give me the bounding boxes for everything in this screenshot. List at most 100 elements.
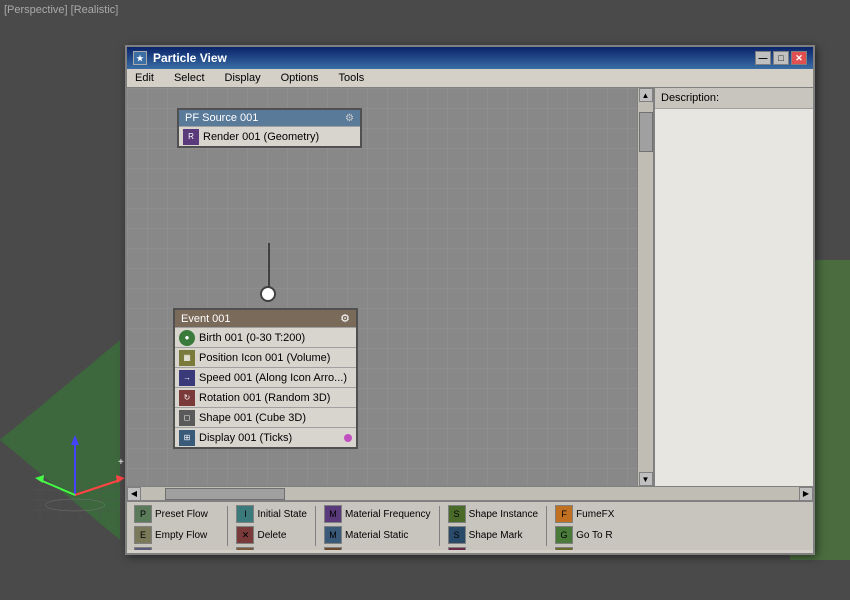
event-header: Event 001 ⚙ xyxy=(175,310,356,327)
shape-mark-icon: S xyxy=(448,526,466,544)
force-icon: F xyxy=(236,547,254,550)
placement-paint-button[interactable]: P Placement Paint xyxy=(321,546,434,550)
scroll-thumb-v[interactable] xyxy=(639,112,653,152)
shape-mark-button[interactable]: S Shape Mark xyxy=(445,525,542,545)
vertical-scrollbar[interactable]: ▲ ▼ xyxy=(637,88,653,486)
event-node[interactable]: Event 001 ⚙ ● Birth 001 (0-30 T:200) ▦ P… xyxy=(173,308,358,449)
material-frequency-button[interactable]: M Material Frequency xyxy=(321,504,434,524)
lock-button[interactable]: L Lock/Bo xyxy=(552,546,617,550)
delete-icon: ✕ xyxy=(236,526,254,544)
minimize-button[interactable]: — xyxy=(755,51,771,65)
scroll-up-arrow[interactable]: ▲ xyxy=(639,88,653,102)
material-static-button[interactable]: M Material Static xyxy=(321,525,434,545)
initial-state-button[interactable]: I Initial State xyxy=(233,504,309,524)
menu-tools[interactable]: Tools xyxy=(335,71,369,85)
position-row[interactable]: ▦ Position Icon 001 (Volume) xyxy=(175,347,356,367)
description-label: Description: xyxy=(655,88,813,109)
main-content-area: PF Source 001 ⚙ R Render 001 (Geometry) … xyxy=(127,88,813,486)
birth-icon: ● xyxy=(179,330,195,346)
initial-state-label: Initial State xyxy=(257,509,306,520)
fumefx-label: FumeFX xyxy=(576,509,614,520)
birth-label: Birth 001 (0-30 T:200) xyxy=(199,332,305,344)
pf-source-header: PF Source 001 ⚙ xyxy=(179,110,360,126)
divider-3 xyxy=(439,506,440,546)
preset-flow-label: Preset Flow xyxy=(155,509,208,520)
birth-row[interactable]: ● Birth 001 (0-30 T:200) xyxy=(175,327,356,347)
description-panel: Description: xyxy=(653,88,813,486)
divider-4 xyxy=(546,506,547,546)
goto-button[interactable]: G Go To R xyxy=(552,525,617,545)
menu-select[interactable]: Select xyxy=(170,71,209,85)
title-bar: ★ Particle View — □ ✕ xyxy=(127,47,813,69)
viewport-label: [Perspective] [Realistic] xyxy=(4,4,118,16)
force-button[interactable]: F Force xyxy=(233,546,309,550)
gear-icon: ⚙ xyxy=(345,113,354,124)
goto-icon: G xyxy=(555,526,573,544)
maximize-button[interactable]: □ xyxy=(773,51,789,65)
connector-circle xyxy=(260,286,276,302)
particle-view-window: ★ Particle View — □ ✕ Edit Select Displa… xyxy=(125,45,815,555)
axis-widget: + + xyxy=(20,410,140,530)
event-gear-icon: ⚙ xyxy=(340,312,350,325)
empty-flow-label: Empty Flow xyxy=(155,530,207,541)
pf-source-node[interactable]: PF Source 001 ⚙ R Render 001 (Geometry) xyxy=(177,108,362,148)
scroll-down-arrow[interactable]: ▼ xyxy=(639,472,653,486)
material-frequency-label: Material Frequency xyxy=(345,509,431,520)
speed-icon: → xyxy=(179,370,195,386)
fx-tools-group: F FumeFX G Go To R L Lock/Bo xyxy=(552,504,617,548)
rotation-row[interactable]: ↻ Rotation 001 (Random 3D) xyxy=(175,387,356,407)
goto-label: Go To R xyxy=(576,530,613,541)
speed-bottom-icon: V xyxy=(448,547,466,550)
window-title: Particle View xyxy=(153,51,227,65)
display-row[interactable]: ⊞ Display 001 (Ticks) xyxy=(175,427,356,447)
material-static-icon: M xyxy=(324,526,342,544)
preset-flow-icon: P xyxy=(134,505,152,523)
empty-flow-icon: E xyxy=(134,526,152,544)
menu-options[interactable]: Options xyxy=(277,71,323,85)
initial-state-icon: I xyxy=(236,505,254,523)
shape-instance-button[interactable]: S Shape Instance xyxy=(445,504,542,524)
position-label: Position Icon 001 (Volume) xyxy=(199,352,330,364)
scroll-thumb-h[interactable] xyxy=(165,488,285,500)
scroll-left-arrow[interactable]: ◀ xyxy=(127,487,141,501)
state-tools-group: I Initial State ✕ Delete F Force xyxy=(233,504,309,548)
node-editor[interactable]: PF Source 001 ⚙ R Render 001 (Geometry) … xyxy=(127,88,637,486)
title-controls: — □ ✕ xyxy=(755,51,807,65)
menu-display[interactable]: Display xyxy=(221,71,265,85)
render-icon: R xyxy=(183,129,199,145)
standard-flow-button[interactable]: S Standard Flow xyxy=(131,546,222,550)
window-icon: ★ xyxy=(133,51,147,65)
display-icon: ⊞ xyxy=(179,430,195,446)
rotation-icon: ↻ xyxy=(179,390,195,406)
horizontal-scrollbar[interactable]: ◀ ▶ xyxy=(127,486,813,500)
render-row[interactable]: R Render 001 (Geometry) xyxy=(179,126,360,146)
material-static-label: Material Static xyxy=(345,530,408,541)
shape-instance-icon: S xyxy=(448,505,466,523)
shape-icon: ◻ xyxy=(179,410,195,426)
display-label: Display 001 (Ticks) xyxy=(199,432,292,444)
delete-button[interactable]: ✕ Delete xyxy=(233,525,309,545)
flow-tools-group: P Preset Flow E Empty Flow S Standard Fl… xyxy=(131,504,222,548)
shape-tools-group: S Shape Instance S Shape Mark V Speed xyxy=(445,504,542,548)
menu-edit[interactable]: Edit xyxy=(131,71,158,85)
standard-flow-icon: S xyxy=(134,547,152,550)
empty-flow-button[interactable]: E Empty Flow xyxy=(131,525,222,545)
fumefx-button[interactable]: F FumeFX xyxy=(552,504,617,524)
speed-bottom-button[interactable]: V Speed xyxy=(445,546,542,550)
rotation-label: Rotation 001 (Random 3D) xyxy=(199,392,330,404)
shape-row[interactable]: ◻ Shape 001 (Cube 3D) xyxy=(175,407,356,427)
preset-flow-button[interactable]: P Preset Flow xyxy=(131,504,222,524)
render-label: Render 001 (Geometry) xyxy=(203,131,319,143)
material-frequency-icon: M xyxy=(324,505,342,523)
fumefx-icon: F xyxy=(555,505,573,523)
position-icon: ▦ xyxy=(179,350,195,366)
close-button[interactable]: ✕ xyxy=(791,51,807,65)
shape-instance-label: Shape Instance xyxy=(469,509,539,520)
divider-2 xyxy=(315,506,316,546)
menu-bar: Edit Select Display Options Tools xyxy=(127,69,813,88)
speed-row[interactable]: → Speed 001 (Along Icon Arro...) xyxy=(175,367,356,387)
speed-label: Speed 001 (Along Icon Arro...) xyxy=(199,372,347,384)
material-tools-group: M Material Frequency M Material Static P… xyxy=(321,504,434,548)
output-connector-dot xyxy=(344,434,352,442)
scroll-right-arrow[interactable]: ▶ xyxy=(799,487,813,501)
